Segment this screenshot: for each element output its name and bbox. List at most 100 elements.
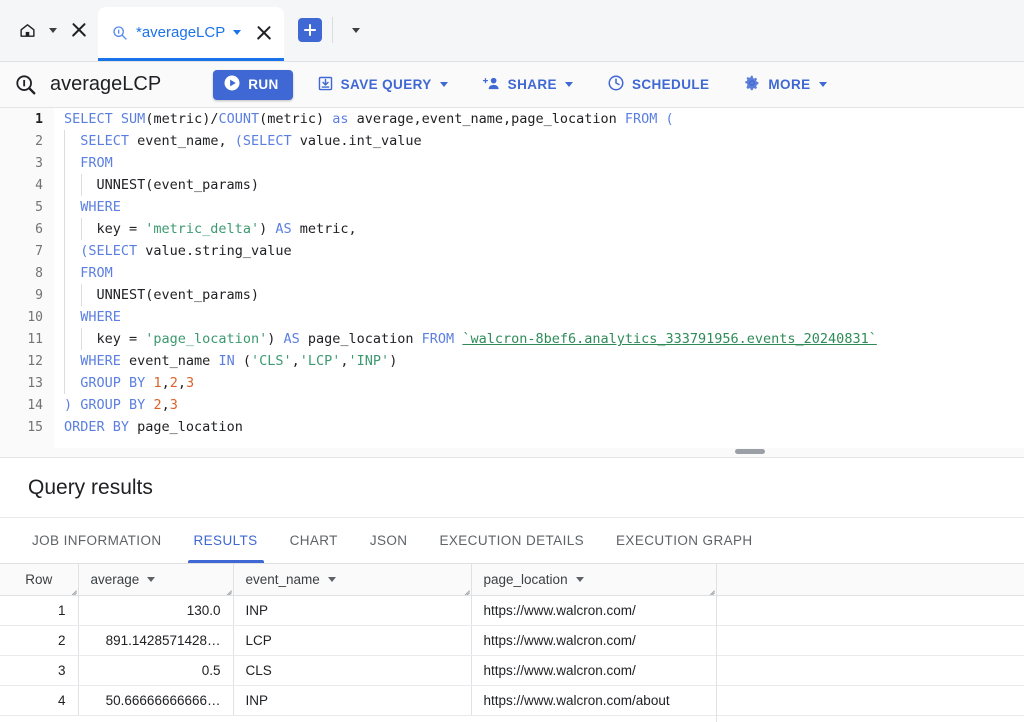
column-header-average[interactable]: average <box>78 564 233 595</box>
query-title: averageLCP <box>50 73 161 96</box>
indent-guide <box>64 240 65 262</box>
cell-row: 4 <box>0 685 78 715</box>
code-line: 1SELECT SUM(metric)/COUNT(metric) as ave… <box>0 108 1024 130</box>
indent-guide <box>64 262 65 284</box>
indent-guide <box>64 130 65 152</box>
column-header-page-location[interactable]: page_location <box>471 564 716 595</box>
code-line-text: (SELECT value.string_value <box>54 243 292 259</box>
table-row[interactable]: 450.66666666666…INPhttps://www.walcron.c… <box>0 685 1024 715</box>
code-line-text: GROUP BY 1,2,3 <box>54 375 194 391</box>
tab-label: EXECUTION GRAPH <box>616 533 753 548</box>
line-number: 9 <box>0 288 54 303</box>
code-line: 14) GROUP BY 2,3 <box>0 394 1024 416</box>
cell-page-location: https://www.walcron.com/ <box>471 625 716 655</box>
line-number: 4 <box>0 178 54 193</box>
tab-execution-graph[interactable]: EXECUTION GRAPH <box>600 518 769 563</box>
home-close-icon[interactable] <box>66 17 92 43</box>
column-header-row[interactable]: Row <box>0 564 78 595</box>
code-line-text: key = 'metric_delta') AS metric, <box>54 221 357 237</box>
column-header-event-name[interactable]: event_name <box>233 564 471 595</box>
run-button[interactable]: RUN <box>213 70 292 100</box>
query-tab-dropdown-icon[interactable] <box>233 30 241 35</box>
home-icon[interactable] <box>14 17 40 43</box>
line-number: 14 <box>0 398 54 413</box>
tab-execution-details[interactable]: EXECUTION DETAILS <box>423 518 600 563</box>
share-button[interactable]: SHARE <box>472 70 583 100</box>
results-table-container[interactable]: Row average event_name <box>0 564 1024 722</box>
line-number: 2 <box>0 134 54 149</box>
save-query-button[interactable]: SAVE QUERY <box>307 70 458 100</box>
cell-filler <box>716 625 1024 655</box>
cell-filler <box>716 595 1024 625</box>
tab-chart[interactable]: CHART <box>274 518 354 563</box>
more-label: MORE <box>768 77 810 92</box>
resize-grip-icon[interactable] <box>705 583 715 593</box>
code-line: 3 FROM <box>0 152 1024 174</box>
code-line: 10 WHERE <box>0 306 1024 328</box>
play-icon <box>223 74 241 95</box>
line-number: 13 <box>0 376 54 391</box>
code-line: 12 WHERE event_name IN ('CLS','LCP','INP… <box>0 350 1024 372</box>
more-button[interactable]: MORE <box>733 70 836 100</box>
line-number: 3 <box>0 156 54 171</box>
resize-grip-icon[interactable] <box>222 583 232 593</box>
resize-grip-icon[interactable] <box>67 583 77 593</box>
code-line: 13 GROUP BY 1,2,3 <box>0 372 1024 394</box>
bigquery-icon <box>112 25 128 41</box>
indent-guide <box>81 284 82 306</box>
table-row[interactable]: 1130.0INPhttps://www.walcron.com/ <box>0 595 1024 625</box>
code-line-text: ) GROUP BY 2,3 <box>54 397 178 413</box>
code-line: 4 UNNEST(event_params) <box>0 174 1024 196</box>
chevron-down-icon <box>565 82 573 87</box>
sql-editor[interactable]: 1SELECT SUM(metric)/COUNT(metric) as ave… <box>0 108 1024 448</box>
plus-icon <box>303 23 317 37</box>
code-line-text: FROM <box>54 265 113 281</box>
code-line: 9 UNNEST(event_params) <box>0 284 1024 306</box>
line-number: 11 <box>0 332 54 347</box>
query-tab-close-icon[interactable] <box>255 24 272 41</box>
indent-guide <box>81 174 82 196</box>
new-tab-group <box>284 0 369 61</box>
schedule-button[interactable]: SCHEDULE <box>597 70 719 100</box>
table-header-row: Row average event_name <box>0 564 1024 595</box>
cell-event-name: CLS <box>233 655 471 685</box>
cell-event-name: INP <box>233 685 471 715</box>
column-header-filler <box>716 564 1024 595</box>
panel-splitter[interactable] <box>0 448 1024 458</box>
cell-page-location: https://www.walcron.com/ <box>471 655 716 685</box>
query-tab-averagelcp[interactable]: *averageLCP <box>98 7 284 61</box>
column-header-event-name-label: event_name <box>246 572 320 587</box>
home-tab-group <box>0 0 98 61</box>
cell-page-location: https://www.walcron.com/about <box>471 685 716 715</box>
chevron-down-icon[interactable] <box>147 577 155 582</box>
gear-icon <box>743 74 761 95</box>
new-tab-button[interactable] <box>298 18 322 42</box>
code-line: 6 key = 'metric_delta') AS metric, <box>0 218 1024 240</box>
save-query-label: SAVE QUERY <box>341 77 432 92</box>
line-number: 6 <box>0 222 54 237</box>
code-line-text: UNNEST(event_params) <box>54 287 259 303</box>
browser-tab-strip: *averageLCP <box>0 0 1024 62</box>
table-row[interactable]: 2891.1428571428…LCPhttps://www.walcron.c… <box>0 625 1024 655</box>
code-line-text: FROM <box>54 155 113 171</box>
cell-row: 3 <box>0 655 78 685</box>
chevron-down-icon[interactable] <box>328 577 336 582</box>
resize-grip-icon[interactable] <box>460 583 470 593</box>
drag-handle-icon[interactable] <box>735 449 765 454</box>
chevron-down-icon[interactable] <box>576 577 584 582</box>
code-line-text: key = 'page_location') AS page_location … <box>54 331 877 347</box>
line-number: 15 <box>0 420 54 435</box>
cell-average: 0.5 <box>78 655 233 685</box>
bigquery-icon <box>12 71 40 99</box>
tab-job-information[interactable]: JOB INFORMATION <box>16 518 178 563</box>
code-line: 15ORDER BY page_location <box>0 416 1024 438</box>
home-dropdown-icon[interactable] <box>44 17 62 43</box>
tab-results[interactable]: RESULTS <box>178 518 274 563</box>
tab-label: JOB INFORMATION <box>32 533 162 548</box>
table-row[interactable]: 30.5CLShttps://www.walcron.com/ <box>0 655 1024 685</box>
tab-list-button[interactable] <box>343 17 369 43</box>
line-number: 1 <box>0 112 54 127</box>
tab-json[interactable]: JSON <box>354 518 424 563</box>
code-line: 8 FROM <box>0 262 1024 284</box>
cell-average: 130.0 <box>78 595 233 625</box>
